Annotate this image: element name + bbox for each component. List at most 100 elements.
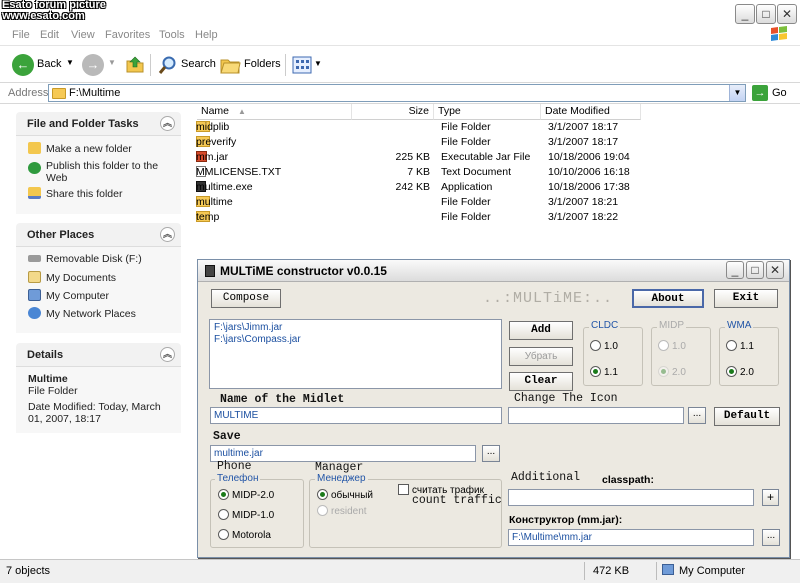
my-documents-icon xyxy=(28,271,41,283)
jar-list-item[interactable]: F:\jars\Jimm.jar xyxy=(214,322,282,333)
radio-label: MIDP-1.0 xyxy=(232,510,275,521)
status-divider xyxy=(584,562,585,580)
menu-edit[interactable]: Edit xyxy=(40,29,59,41)
phone-overlay-label: Phone xyxy=(217,460,252,473)
panel-title: File and Folder Tasks xyxy=(27,118,139,130)
place-removable-disk[interactable]: Removable Disk (F:) xyxy=(28,253,142,265)
radio-circle-icon xyxy=(726,366,737,377)
other-places-panel: Other Places ︽ Removable Disk (F:) My Do… xyxy=(16,223,181,333)
place-my-network[interactable]: My Network Places xyxy=(28,307,136,320)
dialog-close-button[interactable]: ✕ xyxy=(766,261,784,279)
cldc-label: CLDC xyxy=(589,320,621,331)
phone-radio-motorola[interactable]: Motorola xyxy=(218,529,271,541)
constructor-path-input[interactable]: F:\Multime\mm.jar xyxy=(508,529,754,546)
browse-save-button[interactable]: ... xyxy=(482,445,500,462)
classpath-input[interactable] xyxy=(508,489,754,506)
menu-help[interactable]: Help xyxy=(195,29,218,41)
up-folder-icon[interactable] xyxy=(124,53,146,75)
column-header-size[interactable]: Size xyxy=(352,104,434,120)
add-classpath-button[interactable]: + xyxy=(762,489,779,506)
task-pane: File and Folder Tasks ︽ Make a new folde… xyxy=(0,104,191,558)
jar-list-item[interactable]: F:\jars\Compass.jar xyxy=(214,334,301,345)
go-button[interactable]: → Go xyxy=(750,84,796,102)
midlet-name-input[interactable]: MULTIME xyxy=(210,407,502,424)
cldc-radio-1-0[interactable]: 1.0 xyxy=(590,340,618,352)
file-row[interactable]: temp File Folder 3/1/2007 18:22 xyxy=(191,211,800,226)
file-date: 3/1/2007 18:17 xyxy=(548,136,619,148)
menu-file[interactable]: File xyxy=(12,29,30,41)
collapse-chevron-icon[interactable]: ︽ xyxy=(160,227,175,242)
dialog-maximize-button[interactable]: □ xyxy=(746,261,764,279)
midp-radio-1-0[interactable]: 1.0 xyxy=(658,340,686,352)
jar-list[interactable]: F:\jars\Jimm.jar F:\jars\Compass.jar xyxy=(209,319,502,389)
wma-radio-2-0[interactable]: 2.0 xyxy=(726,366,754,378)
address-dropdown-button[interactable]: ▼ xyxy=(729,85,745,101)
phone-radio-midp1[interactable]: MIDP-1.0 xyxy=(218,509,274,521)
collapse-chevron-icon[interactable]: ︽ xyxy=(160,116,175,131)
midp-radio-2-0[interactable]: 2.0 xyxy=(658,366,686,378)
add-button[interactable]: Add xyxy=(509,321,573,340)
radio-circle-icon xyxy=(658,366,669,377)
file-type: Application xyxy=(441,181,493,193)
views-button[interactable]: ▼ xyxy=(290,54,324,76)
radio-label: 1.1 xyxy=(740,341,754,352)
dialog-minimize-button[interactable]: _ xyxy=(726,261,744,279)
back-dropdown-icon[interactable]: ▼ xyxy=(66,58,74,67)
search-button[interactable]: Search xyxy=(156,53,216,77)
column-header-type[interactable]: Type xyxy=(434,104,541,120)
menu-tools[interactable]: Tools xyxy=(159,29,185,41)
column-header-date[interactable]: Date Modified xyxy=(541,104,641,120)
change-icon-label: Change The Icon xyxy=(514,392,618,405)
file-row[interactable]: MMLICENSE.TXT 7 KB Text Document 10/10/2006… xyxy=(191,166,800,181)
panel-title: Other Places xyxy=(27,229,95,241)
place-my-computer[interactable]: My Computer xyxy=(28,289,109,302)
task-publish-folder[interactable]: Publish this folder to the Web xyxy=(28,160,168,184)
back-button[interactable]: ← Back ▼ xyxy=(10,53,74,77)
maximize-button[interactable]: □ xyxy=(756,4,776,24)
panel-header[interactable]: File and Folder Tasks ︽ xyxy=(16,112,181,136)
default-button[interactable]: Default xyxy=(714,407,780,426)
phone-radio-midp2[interactable]: MIDP-2.0 xyxy=(218,489,274,501)
menu-view[interactable]: View xyxy=(71,29,95,41)
manager-radio-resident[interactable]: resident xyxy=(317,505,367,517)
collapse-chevron-icon[interactable]: ︽ xyxy=(160,347,175,362)
file-row[interactable]: midplib File Folder 3/1/2007 18:17 xyxy=(191,121,800,136)
task-make-folder[interactable]: Make a new folder xyxy=(28,142,132,155)
column-header-name[interactable]: Name ▲ xyxy=(197,104,352,120)
icon-path-input[interactable] xyxy=(508,407,684,424)
panel-header[interactable]: Other Places ︽ xyxy=(16,223,181,247)
file-row[interactable]: multime File Folder 3/1/2007 18:21 xyxy=(191,196,800,211)
remove-button[interactable]: Убрать xyxy=(509,347,573,366)
browse-icon-button[interactable]: ... xyxy=(688,407,706,424)
file-folder-tasks-panel: File and Folder Tasks ︽ Make a new folde… xyxy=(16,112,181,214)
wma-radio-1-1[interactable]: 1.1 xyxy=(726,340,754,352)
file-row[interactable]: multime.exe 242 KB Application 10/18/2006 1… xyxy=(191,181,800,196)
radio-circle-icon xyxy=(317,505,328,516)
file-row[interactable]: preverify File Folder 3/1/2007 18:17 xyxy=(191,136,800,151)
file-type: File Folder xyxy=(441,136,491,148)
file-date: 10/10/2006 16:18 xyxy=(548,166,630,178)
menu-favorites[interactable]: Favorites xyxy=(105,29,150,41)
close-button[interactable]: ✕ xyxy=(777,4,797,24)
removable-disk-icon xyxy=(28,255,41,262)
panel-header[interactable]: Details ︽ xyxy=(16,343,181,367)
exit-button[interactable]: Exit xyxy=(714,289,778,308)
forward-dropdown-icon[interactable]: ▼ xyxy=(108,58,116,67)
clear-button[interactable]: Clear xyxy=(509,372,573,391)
compose-button[interactable]: Compose xyxy=(211,289,281,308)
task-label: Publish this folder to the Web xyxy=(46,160,159,184)
task-share-folder[interactable]: Share this folder xyxy=(28,187,122,200)
minimize-button[interactable]: _ xyxy=(735,4,755,24)
place-my-documents[interactable]: My Documents xyxy=(28,271,116,284)
address-input[interactable]: F:\Multime ▼ xyxy=(48,84,746,102)
views-dropdown-icon: ▼ xyxy=(314,59,322,68)
manager-radio-normal[interactable]: обычный xyxy=(317,489,373,501)
file-size: 225 KB xyxy=(395,151,430,163)
forward-button[interactable]: → xyxy=(82,54,104,76)
folders-button[interactable]: Folders xyxy=(218,53,281,77)
file-row[interactable]: mm.jar 225 KB Executable Jar File 10/18/200… xyxy=(191,151,800,166)
browse-constructor-button[interactable]: ... xyxy=(762,529,780,546)
about-button[interactable]: About xyxy=(632,289,704,308)
file-name: MMLICENSE.TXT xyxy=(196,166,282,178)
cldc-radio-1-1[interactable]: 1.1 xyxy=(590,366,618,378)
